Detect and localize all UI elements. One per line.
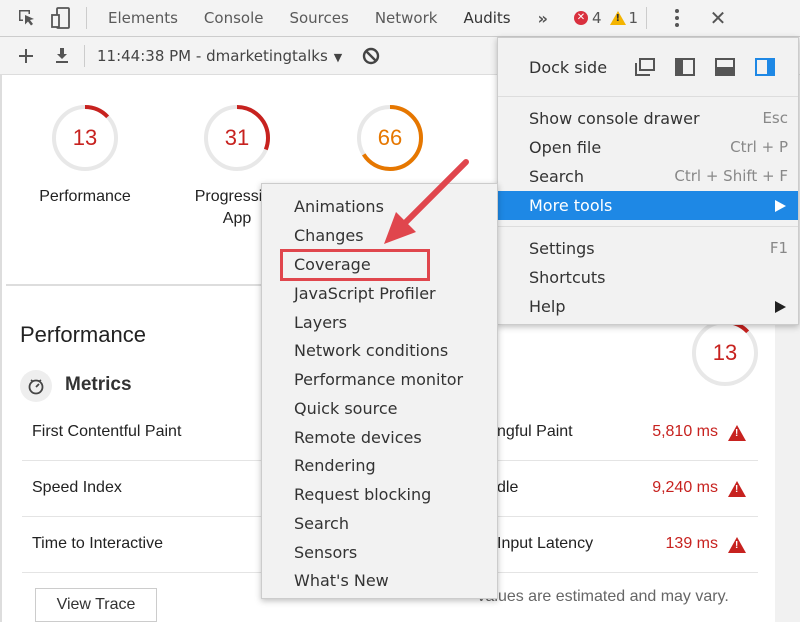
submenu-item-quick-source[interactable]: Quick source	[294, 394, 397, 423]
dock-right-icon[interactable]	[755, 58, 775, 76]
section-title: Performance	[20, 322, 146, 347]
chevron-down-icon: ▼	[333, 50, 343, 64]
gauge-label: Performance	[39, 188, 131, 205]
metric-name: dle	[497, 479, 519, 496]
metric-value: 139 ms	[665, 535, 718, 552]
menu-item-label: Search	[529, 167, 584, 186]
menu-item-label: More tools	[529, 196, 613, 215]
metric-name: Input Latency	[497, 535, 594, 552]
menu-item-shortcut: Ctrl + P	[730, 138, 788, 156]
menu-item-show-console-drawer[interactable]: Show console drawer Esc	[498, 104, 798, 133]
submenu-item-network-conditions[interactable]: Network conditions	[294, 336, 448, 365]
menu-item-shortcut: Esc	[762, 109, 788, 127]
score-gauge-3[interactable]: 66	[355, 103, 425, 173]
report-selector[interactable]: 11:44:38 PM - dmarketingtalks ▼	[97, 47, 342, 65]
error-icon: ✕	[573, 11, 588, 25]
menu-item-label: Open file	[529, 138, 602, 157]
tab-network[interactable]: Network	[362, 0, 451, 37]
clear-all-button[interactable]	[354, 37, 388, 74]
metric-name: Speed Index	[32, 479, 122, 496]
menu-item-label: Settings	[529, 239, 595, 258]
tab-console[interactable]: Console	[191, 0, 277, 37]
close-devtools-button[interactable]: ✕	[703, 6, 733, 30]
inspect-element-icon[interactable]	[10, 0, 44, 37]
submenu-item-animations[interactable]: Animations	[294, 192, 384, 221]
more-tabs-button[interactable]: »	[524, 9, 562, 28]
score-gauge-performance[interactable]: 13	[50, 103, 120, 173]
submenu-item-whats-new[interactable]: What's New	[294, 566, 389, 595]
menu-divider	[498, 226, 798, 227]
tab-elements[interactable]: Elements	[95, 0, 191, 37]
dock-left-icon[interactable]	[675, 58, 695, 76]
menu-item-help[interactable]: Help	[498, 292, 798, 321]
estimate-note: Values are estimated and may vary.	[476, 588, 729, 605]
submenu-item-javascript-profiler[interactable]: JavaScript Profiler	[294, 279, 436, 308]
submenu-item-performance-monitor[interactable]: Performance monitor	[294, 365, 463, 394]
warning-icon	[728, 481, 746, 497]
submenu-item-sensors[interactable]: Sensors	[294, 538, 357, 567]
submenu-arrow-icon	[775, 301, 786, 313]
warning-icon	[728, 537, 746, 553]
error-count: 4	[591, 9, 602, 27]
tab-audits[interactable]: Audits	[450, 0, 523, 37]
metrics-icon	[20, 370, 52, 402]
warning-icon	[728, 425, 746, 441]
menu-item-open-file[interactable]: Open file Ctrl + P	[498, 133, 798, 162]
menu-item-settings[interactable]: Settings F1	[498, 234, 798, 263]
warning-count: 1	[628, 9, 639, 27]
submenu-item-remote-devices[interactable]: Remote devices	[294, 423, 422, 452]
menu-item-shortcut: Ctrl + Shift + F	[674, 167, 788, 185]
menu-item-label: Shortcuts	[529, 268, 606, 287]
submenu-item-search[interactable]: Search	[294, 509, 349, 538]
submenu-item-changes[interactable]: Changes	[294, 221, 364, 250]
metric-name: Time to Interactive	[32, 535, 164, 552]
device-toolbar-icon[interactable]	[44, 0, 78, 37]
menu-item-more-tools[interactable]: More tools	[498, 191, 798, 220]
block-icon	[363, 47, 380, 64]
submenu-item-layers[interactable]: Layers	[294, 308, 347, 337]
menu-item-label: Show console drawer	[529, 109, 700, 128]
submenu-arrow-icon	[775, 200, 786, 212]
gauge-score: 13	[712, 340, 738, 365]
menu-item-shortcuts[interactable]: Shortcuts	[498, 263, 798, 292]
menu-item-shortcut: F1	[769, 239, 788, 257]
toolbar-divider	[84, 44, 85, 67]
toolbar-divider	[646, 7, 648, 29]
menu-item-search[interactable]: Search Ctrl + Shift + F	[498, 162, 798, 191]
download-icon	[56, 47, 68, 63]
gauge-score: 31	[224, 125, 250, 150]
download-report-button[interactable]	[44, 37, 80, 74]
customize-menu: Dock side Show console drawer Esc Open f…	[497, 37, 799, 325]
annotation-highlight-box	[280, 249, 430, 281]
metric-name: ngful Paint	[497, 423, 573, 440]
metrics-heading: Metrics	[65, 374, 132, 395]
report-label: 11:44:38 PM - dmarketingtalks	[97, 46, 328, 65]
tab-sources[interactable]: Sources	[276, 0, 361, 37]
gauge-score: 66	[377, 125, 403, 150]
toolbar-divider	[86, 7, 87, 29]
menu-item-label: Help	[529, 297, 566, 316]
more-tools-submenu: Animations Changes Coverage JavaScript P…	[261, 183, 498, 599]
devtools-tabbar: Elements Console Sources Network Audits …	[0, 0, 800, 37]
new-audit-button[interactable]	[8, 37, 44, 74]
warning-icon: !	[609, 11, 626, 25]
view-trace-button[interactable]: View Trace	[35, 588, 157, 622]
score-gauge-pwa[interactable]: 31	[202, 103, 272, 173]
submenu-item-rendering[interactable]: Rendering	[294, 451, 376, 480]
dock-bottom-icon[interactable]	[715, 58, 735, 76]
performance-score-gauge: 13	[690, 318, 760, 388]
undock-icon[interactable]	[635, 58, 655, 76]
dock-side-label: Dock side	[529, 58, 608, 77]
dock-side-row: Dock side	[498, 38, 798, 97]
submenu-item-request-blocking[interactable]: Request blocking	[294, 480, 431, 509]
metric-value: 5,810 ms	[652, 423, 718, 440]
gauge-score: 13	[72, 125, 98, 150]
error-counter[interactable]: ✕ 4 ! 1	[573, 9, 639, 27]
metric-name: First Contentful Paint	[32, 423, 182, 440]
plus-icon	[19, 48, 33, 63]
customize-menu-button[interactable]	[667, 9, 687, 27]
metric-value: 9,240 ms	[652, 479, 718, 496]
